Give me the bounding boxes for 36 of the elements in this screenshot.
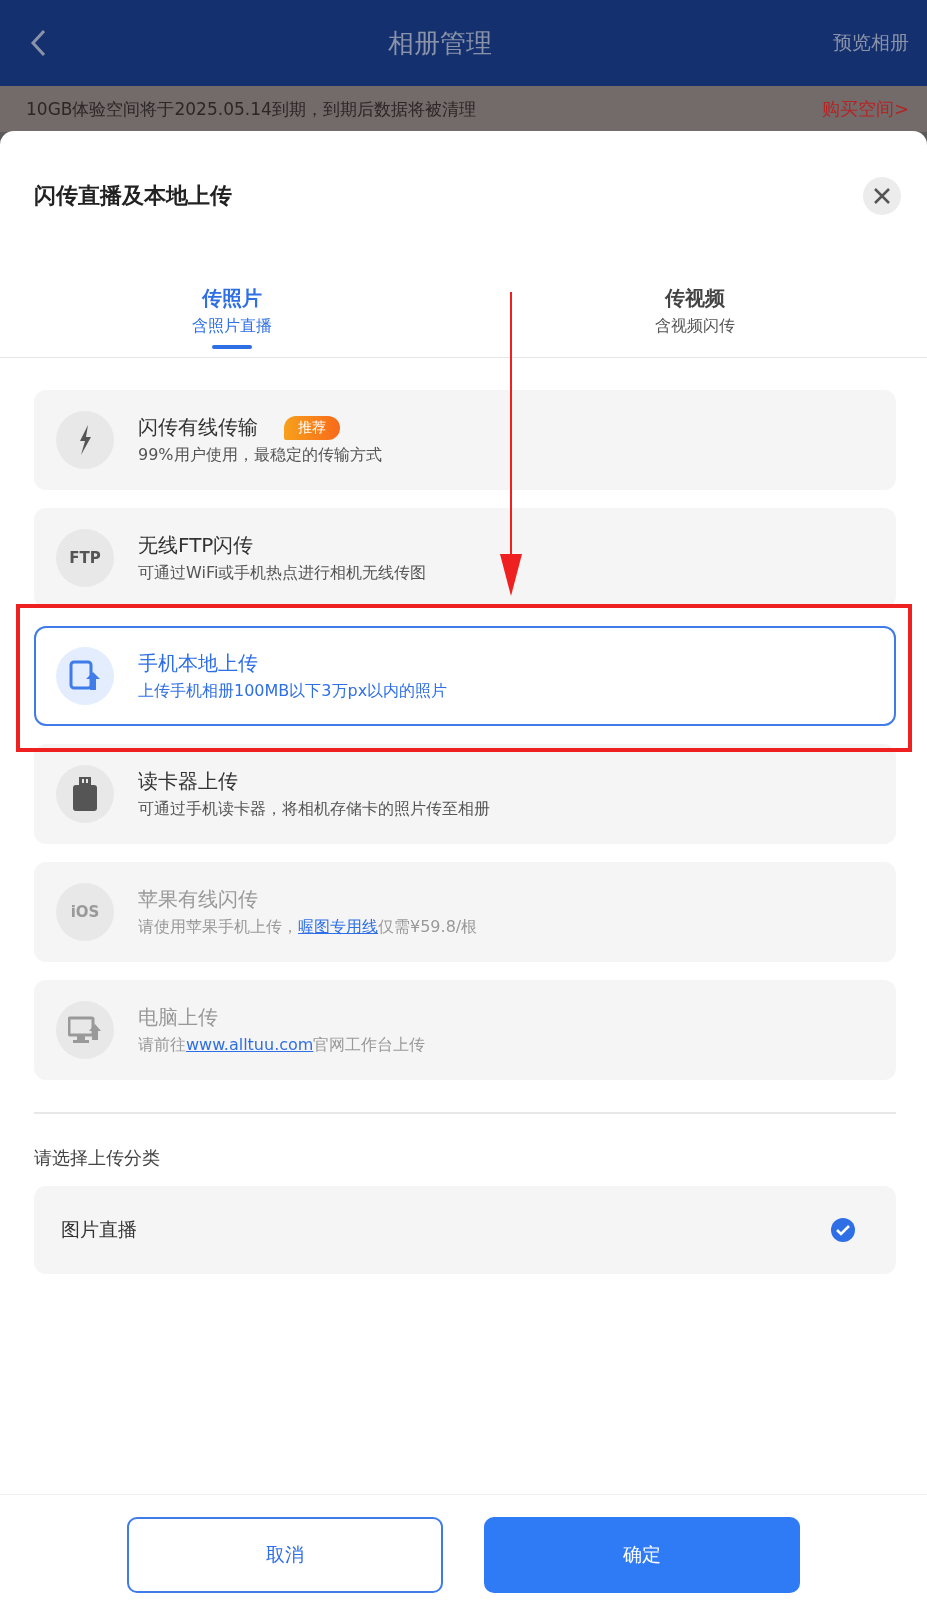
lightning-icon — [78, 425, 92, 455]
page-title: 相册管理 — [387, 26, 492, 60]
tab[interactable]: 传视频 含视频闪传 — [463, 285, 927, 357]
option-title: 无线FTP闪传 — [138, 532, 254, 559]
tablet-upload-icon — [69, 660, 101, 692]
tab[interactable]: 传照片 含照片直播 — [0, 285, 464, 357]
category-name: 图片直播 — [61, 1217, 137, 1242]
close-icon — [873, 187, 891, 205]
preview-link[interactable]: 预览相册 — [833, 30, 909, 56]
monitor-upload-icon — [68, 1016, 102, 1044]
card-reader-icon — [73, 777, 97, 811]
close-button[interactable] — [863, 177, 901, 215]
upload-option[interactable]: 闪传有线传输 推荐 99%用户使用，最稳定的传输方式 — [34, 390, 896, 490]
cancel-button[interactable]: 取消 — [127, 1517, 443, 1593]
confirm-button[interactable]: 确定 — [484, 1517, 800, 1593]
option-title: 手机本地上传 — [138, 650, 258, 677]
option-description: 可通过手机读卡器，将相机存储卡的照片传至相册 — [138, 799, 490, 820]
option-title: 读卡器上传 — [138, 768, 238, 795]
back-icon[interactable] — [30, 29, 46, 57]
option-description: 请使用苹果手机上传，喔图专用线仅需¥59.8/根 — [138, 917, 478, 938]
option-title: 电脑上传 — [138, 1004, 218, 1031]
recommended-badge: 推荐 — [284, 415, 340, 440]
icon-label: iOS — [70, 903, 100, 921]
option-title: 闪传有线传输 — [138, 414, 258, 441]
upload-option[interactable]: 手机本地上传 上传手机相册100MB以下3万px以内的照片 — [34, 626, 896, 726]
option-title: 苹果有线闪传 — [138, 886, 258, 913]
option-description: 请前往www.alltuu.com官网工作台上传 — [138, 1035, 426, 1056]
upload-option[interactable]: 读卡器上传 可通过手机读卡器，将相机存储卡的照片传至相册 — [34, 744, 896, 844]
option-description: 可通过WiFi或手机热点进行相机无线传图 — [138, 563, 427, 584]
notice-text: 10GB体验空间将于2025.05.14到期，到期后数据将被清理 — [26, 97, 476, 121]
category-option[interactable]: 图片直播 — [34, 1186, 896, 1274]
option-description: 上传手机相册100MB以下3万px以内的照片 — [138, 681, 448, 702]
icon-label: FTP — [69, 549, 101, 567]
category-label: 请选择上传分类 — [34, 1146, 161, 1170]
option-description: 99%用户使用，最稳定的传输方式 — [138, 445, 382, 466]
sheet-title: 闪传直播及本地上传 — [34, 182, 232, 210]
